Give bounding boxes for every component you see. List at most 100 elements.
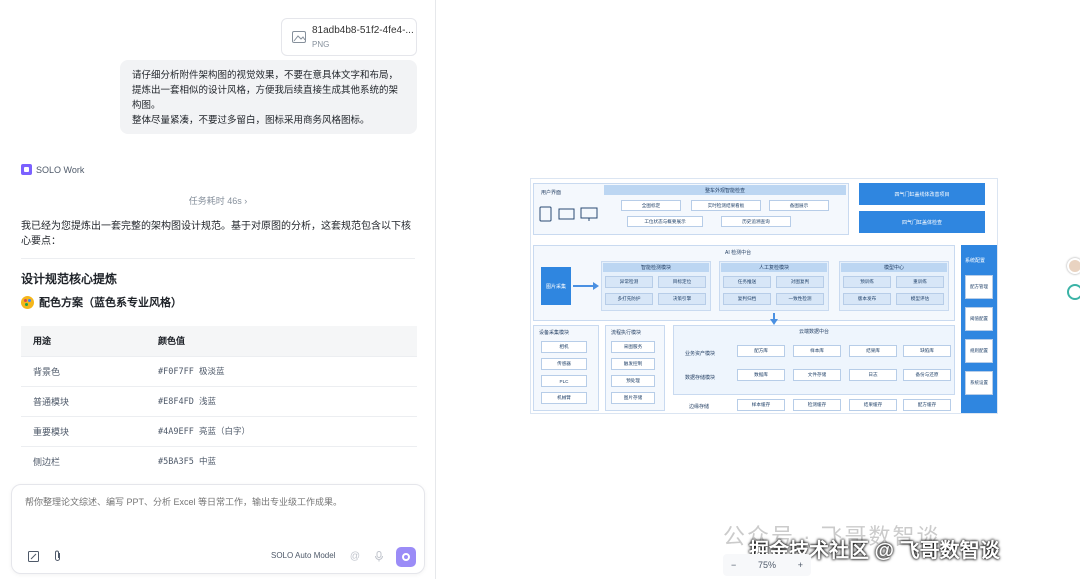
send-button[interactable] [396, 547, 416, 567]
edge-item: 配方缓存 [903, 399, 951, 411]
user-ui-label: 用户界面 [541, 190, 562, 196]
table-cell: #F0F7FF 极淡蓝 [146, 355, 417, 386]
table-row: 普通模块 #E8F4FD 浅蓝 [21, 385, 417, 416]
project-button: 四气门缸盖线体改善项目 [859, 183, 985, 205]
subheading-text: 配色方案（蓝色系专业风格） [39, 297, 182, 309]
arrow-down-icon [770, 313, 778, 325]
attachment-filename: 81adb4b8-51f2-4fe4-... [312, 25, 414, 36]
attachment-card[interactable]: 81adb4b8-51f2-4fe4-... PNG [281, 18, 417, 56]
edge-row-label: 边缘存储 [689, 404, 710, 410]
send-icon [402, 553, 410, 561]
manual-title: 人工复检模块 [721, 263, 827, 272]
edge-item: 检测缓存 [793, 399, 841, 411]
cloud-icon[interactable] [1067, 284, 1080, 300]
user-message-bubble: 请仔细分析附件架构图的视觉效果，不要在意具体文字和布局，提炼出一套相似的设计风格… [120, 60, 417, 134]
overall-item: 备图展示 [769, 200, 829, 211]
table-row: 重要模块 #4A9EFF 亮蓝（白字） [21, 415, 417, 446]
zoom-in-button[interactable]: + [798, 560, 803, 570]
app-window: 81adb4b8-51f2-4fe4-... PNG 请仔细分析附件架构图的视觉… [0, 0, 1080, 579]
overall-item: 历史追溯查询 [721, 216, 791, 227]
sidebar-item: 配方管理 [965, 275, 993, 299]
manual-item: 对图复判 [776, 276, 824, 288]
model-item: 版本发布 [843, 293, 891, 305]
table-cell: 重要模块 [21, 415, 146, 446]
data-mid-label: 云端数据中台 [799, 329, 830, 335]
overall-item: 工位状态与概要展示 [627, 216, 703, 227]
zoom-control: − 75% + [723, 554, 811, 576]
smart-item: 多打先防护 [605, 293, 653, 305]
table-header-row: 用途 颜色值 [21, 326, 417, 356]
edit-icon[interactable] [26, 549, 40, 563]
user-message-line: 请仔细分析附件架构图的视觉效果，不要在意具体文字和布局，提炼出一套相似的设计风格… [132, 70, 399, 111]
smart-item: 异常检测 [605, 276, 653, 288]
divider [21, 258, 415, 259]
composer: SOLO Auto Model @ [11, 484, 425, 574]
device-item: 传感器 [541, 358, 587, 370]
sidebar-item: 阈值配置 [965, 307, 993, 331]
sidebar-title: 系统配置 [965, 258, 986, 264]
store-item: 备份与还原 [903, 369, 951, 381]
reply-heading: 设计规范核心提炼 [21, 272, 118, 286]
reply-intro: 我已经为您提炼出一套完整的架构图设计规范。基于对原图的分析，这套规范包含以下核心… [21, 221, 411, 247]
store-item: 文件存储 [793, 369, 841, 381]
table-cell: #E8F4FD 浅蓝 [146, 385, 417, 416]
manual-item: 复判归档 [723, 293, 771, 305]
manual-item: 一致性检测 [776, 293, 824, 305]
table-header: 颜色值 [146, 326, 417, 356]
zoom-level: 75% [757, 560, 776, 570]
overall-title: 整车外观智能检查 [604, 185, 846, 195]
image-input-node: 图片采集 [541, 267, 571, 305]
smart-item: 决策引擎 [658, 293, 706, 305]
image-preview-pane: 用户界面 整车外观智能检查 全图标定 实时检测结果看板 备图展示 工位状态与概要… [437, 0, 1080, 579]
flow-item: 触发控制 [611, 358, 655, 370]
palette-icon [21, 295, 34, 309]
device-item: 相机 [541, 341, 587, 353]
flow-item: 图片存储 [611, 392, 655, 404]
biz-row-label: 业务资产模块 [685, 351, 716, 357]
biz-item: 缺陷库 [903, 345, 951, 357]
image-icon [292, 31, 306, 43]
flow-item: 预处理 [611, 375, 655, 387]
edge-item: 结果缓存 [849, 399, 897, 411]
message-input[interactable] [25, 497, 415, 507]
model-title: 模型中心 [841, 263, 947, 272]
biz-item: 结果库 [849, 345, 897, 357]
agent-name: SOLO Work [36, 164, 85, 175]
table-cell: #4A9EFF 亮蓝（白字） [146, 415, 417, 446]
device-item: 机械臂 [541, 392, 587, 404]
overall-item: 全图标定 [621, 200, 681, 211]
at-icon[interactable]: @ [348, 549, 362, 563]
model-selector[interactable]: SOLO Auto Model [271, 551, 335, 560]
table-cell: 侧边栏 [21, 445, 146, 476]
edge-item: 样本缓存 [737, 399, 785, 411]
devices-icon [539, 206, 598, 222]
attachment-type: PNG [312, 40, 330, 49]
paperclip-icon[interactable] [50, 549, 64, 563]
color-spec-table: 用途 颜色值 背景色 #F0F7FF 极淡蓝 普通模块 #E8F4FD 浅蓝 重要模… [21, 326, 417, 476]
architecture-diagram: 用户界面 整车外观智能检查 全图标定 实时检测结果看板 备图展示 工位状态与概要… [530, 178, 998, 414]
model-item: 预训练 [843, 276, 891, 288]
device-item: PLC [541, 375, 587, 387]
model-item: 重训练 [896, 276, 944, 288]
smart-item: 目标定位 [658, 276, 706, 288]
sidebar-item: 规则配置 [965, 339, 993, 363]
table-header: 用途 [21, 326, 146, 356]
flow-title: 流程执行模块 [611, 330, 642, 336]
biz-item: 样本库 [793, 345, 841, 357]
store-item: 数据库 [737, 369, 785, 381]
reply-subheading: 配色方案（蓝色系专业风格） [21, 294, 182, 310]
task-time-toggle[interactable]: 任务耗时 46s › [0, 194, 435, 207]
zoom-out-button[interactable]: − [731, 560, 736, 570]
solo-logo-icon [21, 164, 32, 175]
smart-title: 智能检测模块 [603, 263, 709, 272]
data-mid-block [673, 325, 955, 395]
check-button: 四气门缸盖体检查 [859, 211, 985, 233]
table-row: 侧边栏 #5BA3F5 中蓝 [21, 445, 417, 476]
microphone-icon[interactable] [372, 549, 386, 563]
overall-item: 实时检测结果看板 [691, 200, 761, 211]
avatar[interactable] [1067, 258, 1080, 274]
store-row-label: 数据存储模块 [685, 375, 716, 381]
manual-item: 任务推送 [723, 276, 771, 288]
model-item: 模型评估 [896, 293, 944, 305]
sidebar-item: 系统设置 [965, 371, 993, 395]
